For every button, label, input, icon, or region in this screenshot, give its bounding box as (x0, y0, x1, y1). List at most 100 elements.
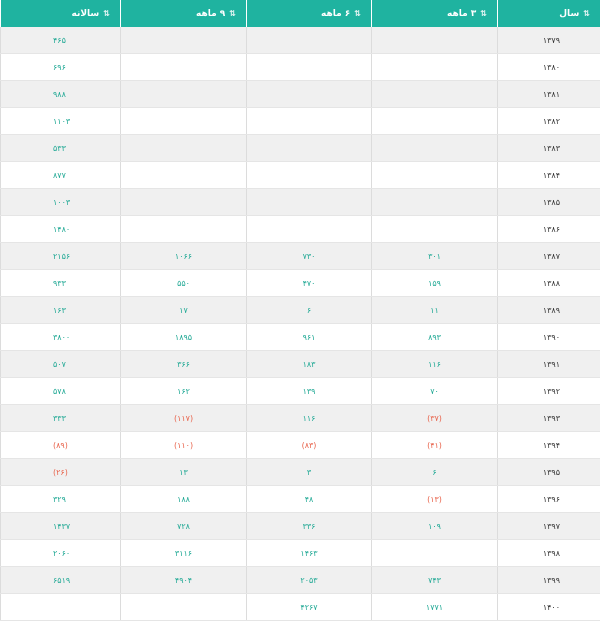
cell-q3 (371, 189, 497, 215)
cell-year: ۱۳۸۶ (497, 216, 600, 242)
cell-q9 (120, 81, 246, 107)
cell-q3: ۸۹۳ (371, 324, 497, 350)
table-row: ۱۳۹۸ ۱۴۶۳ ۳۱۱۶ ۲۰۶۰ (0, 540, 600, 567)
cell-annual: ۵۳۳ (0, 135, 120, 161)
cell-q9: ۵۵۰ (120, 270, 246, 296)
cell-annual: ۲۱۵۶ (0, 243, 120, 269)
cell-annual: ۹۸۸ (0, 81, 120, 107)
header-label: ۹ ماهه (196, 8, 226, 19)
cell-q9 (120, 108, 246, 134)
cell-q9: ۱۶۲ (120, 378, 246, 404)
table-row: ۱۳۸۵ ۱۰۰۳ (0, 189, 600, 216)
cell-year: ۱۳۸۱ (497, 81, 600, 107)
cell-annual: (۲۶) (0, 459, 120, 485)
cell-annual: ۱۴۸۰ (0, 216, 120, 242)
table-row: ۱۳۹۴ (۴۱) (۸۳) (۱۱۰) (۸۹) (0, 432, 600, 459)
cell-q3: (۴۱) (371, 432, 497, 458)
cell-q9: ۳۱۱۶ (120, 540, 246, 566)
header-label: ۳ ماهه (447, 8, 477, 19)
cell-year: ۱۳۸۷ (497, 243, 600, 269)
header-annual[interactable]: ⇅ سالانه (0, 0, 120, 27)
cell-q6: ۶ (246, 297, 371, 323)
cell-annual: ۱۴۳۷ (0, 513, 120, 539)
sort-icon[interactable]: ⇅ (480, 9, 487, 18)
cell-year: ۱۳۸۰ (497, 54, 600, 80)
cell-q6: ۹۶۱ (246, 324, 371, 350)
cell-q3 (371, 54, 497, 80)
cell-q3 (371, 540, 497, 566)
cell-q6: ۲۰۵۳ (246, 567, 371, 593)
table-row: ۱۳۸۲ ۱۱۰۳ (0, 108, 600, 135)
cell-q9: ۴۹۰۴ (120, 567, 246, 593)
cell-annual: ۵۷۸ (0, 378, 120, 404)
table-row: ۱۳۸۶ ۱۴۸۰ (0, 216, 600, 243)
header-label: سال (559, 8, 580, 19)
header-year[interactable]: ⇅ سال (497, 0, 600, 27)
header-9month[interactable]: ⇅ ۹ ماهه (120, 0, 246, 27)
cell-q6: ۷۳۰ (246, 243, 371, 269)
cell-q3 (371, 81, 497, 107)
cell-q6 (246, 54, 371, 80)
cell-year: ۱۳۹۸ (497, 540, 600, 566)
cell-q9: ۱۳ (120, 459, 246, 485)
cell-q6 (246, 81, 371, 107)
sort-icon[interactable]: ⇅ (103, 9, 110, 18)
cell-q9: (۱۱۷) (120, 405, 246, 431)
cell-q9 (120, 216, 246, 242)
cell-q3: ۷۴۳ (371, 567, 497, 593)
cell-q6: ۳۳۶ (246, 513, 371, 539)
cell-q9: ۷۲۸ (120, 513, 246, 539)
cell-q3: ۱۰۹ (371, 513, 497, 539)
cell-q3 (371, 216, 497, 242)
table-row: ۱۳۹۱ ۱۱۶ ۱۸۳ ۳۶۶ ۵۰۷ (0, 351, 600, 378)
table-row: ۱۳۸۸ ۱۵۹ ۴۷۰ ۵۵۰ ۹۳۳ (0, 270, 600, 297)
cell-year: ۱۳۹۳ (497, 405, 600, 431)
table-row: ۱۳۸۹ ۱۱ ۶ ۱۷ ۱۶۳ (0, 297, 600, 324)
sort-icon[interactable]: ⇅ (583, 9, 590, 18)
header-label: سالانه (71, 8, 100, 19)
cell-q6: ۱۱۶ (246, 405, 371, 431)
cell-q9 (120, 189, 246, 215)
table-header: ⇅ سال ⇅ ۳ ماهه ⇅ ۶ ماهه ⇅ ۹ ماهه ⇅ سالان… (0, 0, 600, 27)
cell-year: ۱۳۹۴ (497, 432, 600, 458)
cell-q9 (120, 27, 246, 53)
sort-icon[interactable]: ⇅ (229, 9, 236, 18)
cell-annual: ۳۳۳ (0, 405, 120, 431)
cell-year: ۱۳۹۷ (497, 513, 600, 539)
cell-year: ۱۳۹۶ (497, 486, 600, 512)
cell-year: ۱۳۸۴ (497, 162, 600, 188)
cell-q6 (246, 216, 371, 242)
cell-year: ۱۳۹۰ (497, 324, 600, 350)
cell-q6 (246, 135, 371, 161)
cell-q9: (۱۱۰) (120, 432, 246, 458)
table-row: ۱۳۹۳ (۳۷) ۱۱۶ (۱۱۷) ۳۳۳ (0, 405, 600, 432)
cell-annual: (۸۹) (0, 432, 120, 458)
table-row: ۱۳۹۲ ۷۰ ۱۳۹ ۱۶۲ ۵۷۸ (0, 378, 600, 405)
cell-q9 (120, 135, 246, 161)
sort-icon[interactable]: ⇅ (354, 9, 361, 18)
cell-year: ۱۳۸۸ (497, 270, 600, 296)
cell-q6: ۴۲۶۷ (246, 594, 371, 620)
cell-year: ۱۳۸۵ (497, 189, 600, 215)
cell-annual: ۳۲۹ (0, 486, 120, 512)
cell-q6: (۸۳) (246, 432, 371, 458)
cell-q6 (246, 27, 371, 53)
header-6month[interactable]: ⇅ ۶ ماهه (246, 0, 371, 27)
cell-q3 (371, 135, 497, 161)
cell-annual: ۱۶۳ (0, 297, 120, 323)
cell-q9: ۱۷ (120, 297, 246, 323)
cell-q6: ۳ (246, 459, 371, 485)
cell-q6: ۴۷۰ (246, 270, 371, 296)
cell-q3: ۱۵۹ (371, 270, 497, 296)
cell-year: ۱۳۹۲ (497, 378, 600, 404)
header-3month[interactable]: ⇅ ۳ ماهه (371, 0, 497, 27)
cell-annual (0, 594, 120, 620)
table-row: ۱۳۷۹ ۴۶۵ (0, 27, 600, 54)
cell-q3: ۳۰۱ (371, 243, 497, 269)
cell-q3: ۷۰ (371, 378, 497, 404)
cell-year: ۱۳۸۳ (497, 135, 600, 161)
cell-year: ۱۳۹۵ (497, 459, 600, 485)
table-row: ۱۳۸۰ ۶۹۶ (0, 54, 600, 81)
cell-q9 (120, 162, 246, 188)
cell-q3 (371, 162, 497, 188)
